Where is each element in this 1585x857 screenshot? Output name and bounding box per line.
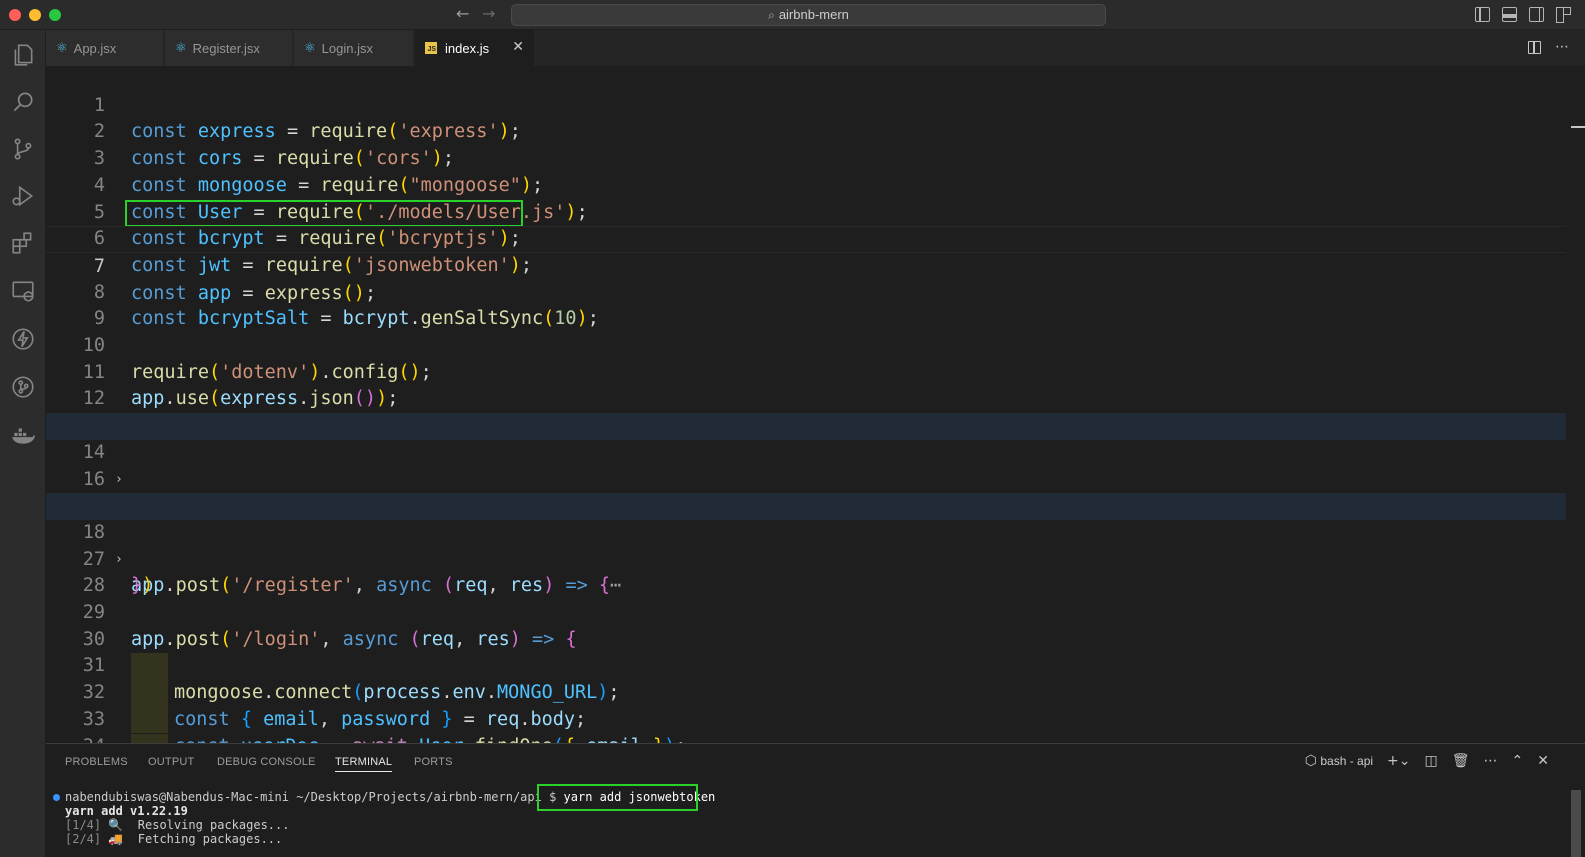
more-actions-icon[interactable]: ⋯	[1555, 39, 1569, 55]
terminal-selector[interactable]: ⬡ bash - api	[1305, 753, 1373, 769]
layout-controls	[1475, 7, 1571, 23]
bottom-panel: PROBLEMS OUTPUT DEBUG CONSOLE TERMINAL P…	[46, 743, 1585, 857]
highlight-box-jwt-import	[125, 200, 523, 227]
code-line: 29 app.post('/login', async (req, res) =…	[46, 573, 1566, 650]
tab-register-jsx[interactable]: ⚛ Register.jsx	[165, 30, 293, 66]
toggle-secondary-sidebar-icon[interactable]	[1529, 7, 1544, 22]
tab-index-js[interactable]: JS index.js ✕	[415, 30, 535, 66]
tab-label: Register.jsx	[192, 40, 260, 56]
truck-emoji-icon: 🚚	[108, 832, 124, 846]
new-terminal-icon[interactable]: +⌄	[1387, 753, 1410, 769]
code-line: 12 app.use(cors({ credentials: true, ori…	[46, 360, 1566, 436]
run-debug-icon[interactable]	[8, 181, 38, 211]
code-line: 8 const bcryptSalt = bcrypt.genSaltSync(…	[46, 253, 1566, 330]
code-line: 1 const express = require('express');	[46, 66, 1566, 143]
tab-ports[interactable]: PORTS	[414, 756, 453, 768]
code-line: 34 const passOk = bcrypt.compareSync(pas…	[46, 707, 1566, 744]
trash-icon[interactable]: 🗑	[1452, 753, 1470, 769]
js-file-icon: JS	[425, 42, 437, 54]
panel-actions: ⬡ bash - api +⌄ ◫ 🗑 ⋯ ⌃ ✕	[1305, 753, 1549, 769]
tab-terminal[interactable]: TERMINAL	[335, 756, 393, 772]
split-terminal-icon[interactable]: ◫	[1425, 753, 1438, 769]
minimize-window-button[interactable]	[29, 9, 41, 21]
toggle-panel-icon[interactable]	[1502, 7, 1517, 22]
forward-arrow-icon[interactable]: →	[482, 4, 495, 23]
code-line: 33 if (userDoc) {	[46, 680, 1566, 743]
editor-actions: ⋯	[1528, 39, 1569, 55]
tab-login-jsx[interactable]: ⚛ Login.jsx	[294, 30, 414, 66]
close-panel-icon[interactable]: ✕	[1537, 753, 1549, 769]
command-center-label: airbnb-mern	[778, 7, 849, 22]
more-actions-icon[interactable]: ⋯	[1484, 753, 1498, 769]
source-control-icon[interactable]	[8, 134, 38, 164]
tab-label: Login.jsx	[321, 40, 373, 56]
close-window-button[interactable]	[9, 9, 21, 21]
line-number: 34	[46, 734, 105, 744]
code-line: 13	[46, 386, 1566, 436]
tab-app-jsx[interactable]: ⚛ App.jsx	[46, 30, 164, 66]
activity-bar	[0, 30, 46, 857]
terminal-name: bash - api	[1320, 754, 1374, 768]
code-line: 28	[46, 547, 1566, 596]
command-status-dot	[53, 794, 60, 801]
terminal-output-line: [1/4] 🔍 Resolving packages...	[65, 818, 290, 832]
search-icon[interactable]	[8, 87, 38, 117]
terminal-scrollbar[interactable]	[1571, 790, 1581, 857]
tab-problems[interactable]: PROBLEMS	[65, 756, 128, 768]
customize-layout-icon[interactable]	[1556, 7, 1571, 23]
split-editor-icon[interactable]	[1528, 41, 1541, 54]
react-icon: ⚛	[175, 40, 187, 56]
terminal-output[interactable]: nabendubiswas@Nabendus-Mac-mini ~/Deskto…	[46, 790, 1566, 857]
magnifier-emoji-icon: 🔍	[108, 818, 124, 832]
code-line: 11 app.use(express.json());	[46, 333, 1566, 410]
remote-explorer-icon[interactable]	[8, 276, 38, 306]
terminal-output-line: yarn add v1.22.19	[65, 804, 188, 818]
docker-icon[interactable]	[8, 420, 38, 450]
scrollbar-marker	[1571, 126, 1585, 128]
react-icon: ⚛	[304, 40, 316, 56]
code-line: 9	[46, 280, 1566, 329]
code-line: 32 const userDoc = await User.findOne({ …	[46, 653, 1566, 743]
thunder-client-icon[interactable]	[8, 324, 38, 354]
code-line: 17	[46, 467, 1566, 516]
code-line: 30 mongoose.connect(process.env.MONGO_UR…	[46, 600, 1566, 703]
react-icon: ⚛	[56, 40, 68, 56]
code-line: 5 const bcrypt = require('bcryptjs');	[46, 173, 1566, 250]
folded-code-line[interactable]: 18 › app.post('/register', async (req, r…	[46, 493, 1566, 596]
code-line: 3 const mongoose = require("mongoose");	[46, 119, 1566, 196]
git-graph-icon[interactable]	[8, 372, 38, 402]
search-icon: ⌕	[768, 8, 775, 22]
code-line: 31 const { email, password } = req.body;	[46, 627, 1566, 729]
explorer-icon[interactable]	[8, 40, 38, 70]
highlight-box-command	[537, 784, 698, 811]
terminal-icon: ⬡	[1304, 753, 1317, 769]
editor-tab-bar: ⚛ App.jsx ⚛ Register.jsx ⚛ Login.jsx JS inde…	[46, 30, 1585, 66]
code-line: 16 });	[46, 440, 1566, 517]
back-arrow-icon[interactable]: ←	[456, 4, 469, 23]
maximize-panel-icon[interactable]: ⌃	[1512, 753, 1524, 769]
folded-code-line[interactable]: 14 › app.get('/test', (req, res) => {⋯	[46, 413, 1566, 516]
tab-output[interactable]: OUTPUT	[148, 756, 194, 768]
terminal-output-line: [2/4] 🚚 Fetching packages...	[65, 832, 283, 846]
code-line: 27 })	[46, 520, 1566, 597]
toggle-primary-sidebar-icon[interactable]	[1475, 7, 1490, 22]
maximize-window-button[interactable]	[49, 9, 61, 21]
current-code-line: 7 const app = express();	[46, 226, 1566, 304]
indent-guide	[131, 733, 168, 743]
close-tab-icon[interactable]: ✕	[512, 39, 524, 55]
tab-label: index.js	[445, 40, 490, 56]
extensions-icon[interactable]	[8, 228, 38, 258]
code-line: 10 require('dotenv').config();	[46, 306, 1566, 383]
code-line: 4 const User = require('./models/User.js…	[46, 146, 1566, 223]
code-line: 2 const cors = require('cors');	[46, 93, 1566, 169]
tab-label: App.jsx	[73, 40, 117, 56]
title-bar: ← → ⌕ airbnb-mern	[0, 0, 1585, 30]
code-editor[interactable]: 1 const express = require('express'); 2 …	[46, 66, 1585, 743]
tab-debug-console[interactable]: DEBUG CONSOLE	[217, 756, 316, 768]
command-center-search[interactable]: ⌕ airbnb-mern	[511, 4, 1106, 26]
